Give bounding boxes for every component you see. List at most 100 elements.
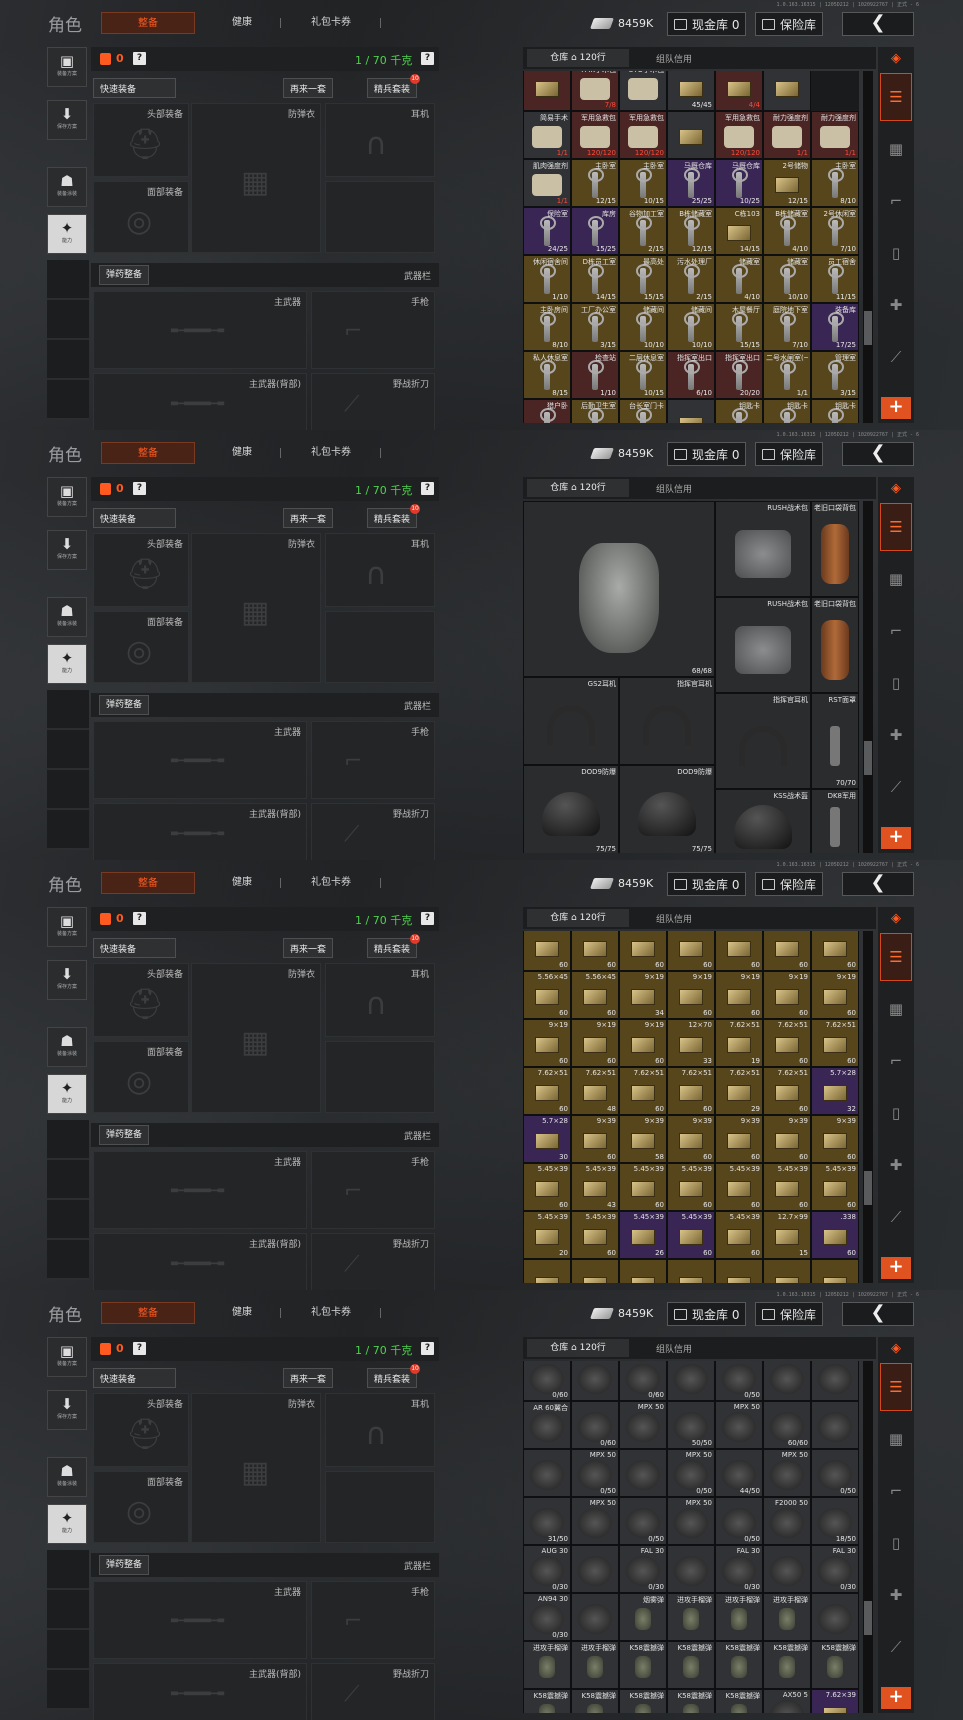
stash-item[interactable]: MPX 50 [571, 1497, 619, 1545]
stash-item[interactable]: 储藏室 4/10 [715, 255, 763, 303]
stash-item[interactable]: 进攻手榴弹 [763, 1593, 811, 1641]
stash-item[interactable]: 9×39 60 [811, 1115, 859, 1163]
stash-item[interactable]: 5.56×45 60 [715, 931, 763, 971]
stash-item[interactable]: 5.45×39 60 [715, 1163, 763, 1211]
stash-item[interactable] [763, 71, 811, 111]
stash-item[interactable]: 2号休闲室 7/10 [811, 207, 859, 255]
safe-button[interactable]: 保险库 [755, 442, 824, 466]
stash-item[interactable]: 庭院地下室 7/10 [763, 303, 811, 351]
stash-item[interactable]: MPX 50 [667, 1497, 715, 1545]
stash-item[interactable]: K58震撼弹 [667, 1641, 715, 1689]
tab-gift-coupons[interactable]: 礼包卡券 [296, 1302, 366, 1324]
stash-item[interactable]: 军用急救包 120/120 [619, 111, 667, 159]
tab-health[interactable]: 健康 [222, 442, 262, 464]
stash-item[interactable]: 主卧室 8/10 [811, 159, 859, 207]
stash-scrollbar[interactable] [863, 931, 873, 1283]
cash-vault-button[interactable]: 现金库 0 [667, 872, 747, 896]
stash-item[interactable]: 9×19 60 [571, 1019, 619, 1067]
stash-item[interactable]: K58震撼弹 [763, 1641, 811, 1689]
stash-item[interactable]: 12.7×99 15 [763, 1211, 811, 1259]
stash-item[interactable]: K58震撼弹 [619, 1689, 667, 1713]
stash-item[interactable] [523, 71, 571, 111]
stash-item[interactable] [811, 1259, 859, 1283]
stash-item[interactable] [571, 1361, 619, 1401]
tab-health[interactable]: 健康 [222, 12, 262, 34]
stash-item[interactable]: 4/4 [715, 71, 763, 111]
save-plan-button[interactable]: ⬇ 保存方案 [47, 960, 87, 1000]
quick-equip-button[interactable]: 快速装备 [93, 78, 176, 98]
category-medical-button[interactable]: ✚ [880, 711, 912, 759]
save-plan-button[interactable]: ⬇ 保存方案 [47, 1390, 87, 1430]
stash-item[interactable] [715, 1259, 763, 1283]
equip-again-button[interactable]: 再来一套 [283, 938, 334, 958]
stash-item[interactable]: 9×39 60 [715, 1115, 763, 1163]
category-medical-button[interactable]: ✚ [880, 1571, 912, 1619]
stash-item[interactable] [667, 399, 715, 423]
stash-item[interactable]: 管理室 3/15 [811, 351, 859, 399]
stash-item[interactable] [811, 1593, 859, 1641]
stash-item[interactable]: 储藏间 10/10 [667, 303, 715, 351]
knife-slot[interactable]: 野战折刀 ⟋ [311, 1663, 435, 1720]
stash-item[interactable]: 7.62×51 60 [619, 1067, 667, 1115]
stash-item[interactable]: K58震撼弹 [523, 1689, 571, 1713]
stash-item[interactable]: 工厂办公室 3/15 [571, 303, 619, 351]
stash-item[interactable]: 装备库 17/25 [811, 303, 859, 351]
add-button[interactable]: + [881, 827, 911, 849]
stash-item[interactable]: MPX 50 [763, 1449, 811, 1497]
empty-slot[interactable] [325, 181, 435, 253]
stash-item[interactable]: 0/50 [619, 1497, 667, 1545]
equip-plan-button[interactable]: ▣ 装备方案 [47, 1337, 87, 1377]
stash-item[interactable]: 9×19 60 [763, 971, 811, 1019]
stash-item[interactable]: 库房 15/25 [571, 207, 619, 255]
quick-equip-button[interactable]: 快速装备 [93, 938, 176, 958]
stash-item[interactable]: 耐力强度剂 1/1 [763, 111, 811, 159]
ammo-prep-button[interactable]: 弹药整备 [99, 1555, 150, 1575]
stash-item[interactable]: 军用急救包 120/120 [715, 111, 763, 159]
stash-item[interactable]: D栋员工室 14/15 [571, 255, 619, 303]
stash-item[interactable]: 进攻手榴弹 [667, 1593, 715, 1641]
equip-again-button[interactable]: 再来一套 [283, 78, 334, 98]
equip-plan-button[interactable]: ▣ 装备方案 [47, 907, 87, 947]
layers-icon[interactable]: ◈ [886, 911, 906, 927]
stash-item[interactable] [667, 1545, 715, 1593]
stash-item[interactable]: FAL 30 0/30 [811, 1545, 859, 1593]
stash-item[interactable]: 谷物加工室 2/15 [619, 207, 667, 255]
empty-slot[interactable] [325, 611, 435, 683]
stash-item[interactable]: 马厩仓库 10/25 [715, 159, 763, 207]
armor-slot[interactable]: 防弹衣 ▦ [191, 103, 321, 253]
cash-vault-button[interactable]: 现金库 0 [667, 442, 747, 466]
stash-item[interactable]: RST面罩 70/70 [811, 693, 859, 789]
stash-item[interactable]: 指挥室出口 6/10 [667, 351, 715, 399]
stash-item[interactable]: 主卧室 10/15 [619, 159, 667, 207]
paint-button[interactable]: ☗ 装备涂装 [47, 1457, 87, 1497]
paint-button[interactable]: ☗ 装备涂装 [47, 1027, 87, 1067]
back-button[interactable]: ❮ [842, 12, 914, 36]
elite-set-button[interactable]: 精兵套装 10 [367, 504, 421, 528]
stash-scrollbar[interactable] [863, 501, 873, 853]
armor-slot[interactable]: 防弹衣 ▦ [191, 533, 321, 683]
category-medical-button[interactable]: ✚ [880, 1141, 912, 1189]
stash-item[interactable]: 钥匙卡 [811, 399, 859, 423]
stash-item[interactable]: MPX 50 [715, 1401, 763, 1449]
stash-item[interactable] [763, 1361, 811, 1401]
tab-gear[interactable]: 整备 [101, 442, 195, 464]
team-credit-tab[interactable]: 组队信用 [656, 912, 692, 925]
face-slot[interactable]: 面部装备 ◎ [93, 611, 189, 683]
stash-item[interactable] [763, 1259, 811, 1283]
stash-item[interactable]: AUG 30 0/30 [523, 1545, 571, 1593]
stash-item[interactable] [571, 1545, 619, 1593]
stash-item[interactable]: 9×19 60 [619, 1019, 667, 1067]
stash-item[interactable]: 5.45×39 60 [619, 1163, 667, 1211]
tab-gift-coupons[interactable]: 礼包卡券 [296, 872, 366, 894]
help-button[interactable]: ? [133, 52, 146, 65]
tab-gear[interactable]: 整备 [101, 12, 195, 34]
category-magazines-button[interactable]: ▯ [880, 229, 912, 277]
face-slot[interactable]: 面部装备 ◎ [93, 1471, 189, 1543]
stash-item[interactable]: 5.7×28 30 [523, 1115, 571, 1163]
category-all-button[interactable]: ☰ [880, 503, 912, 551]
stash-item[interactable]: 9×19 60 [715, 971, 763, 1019]
stash-item[interactable]: DK8军用 [811, 789, 859, 853]
stash-item[interactable]: 员工宿舍 11/15 [811, 255, 859, 303]
stash-item[interactable]: 5.56×45 60 [667, 931, 715, 971]
cash-vault-button[interactable]: 现金库 0 [667, 12, 747, 36]
